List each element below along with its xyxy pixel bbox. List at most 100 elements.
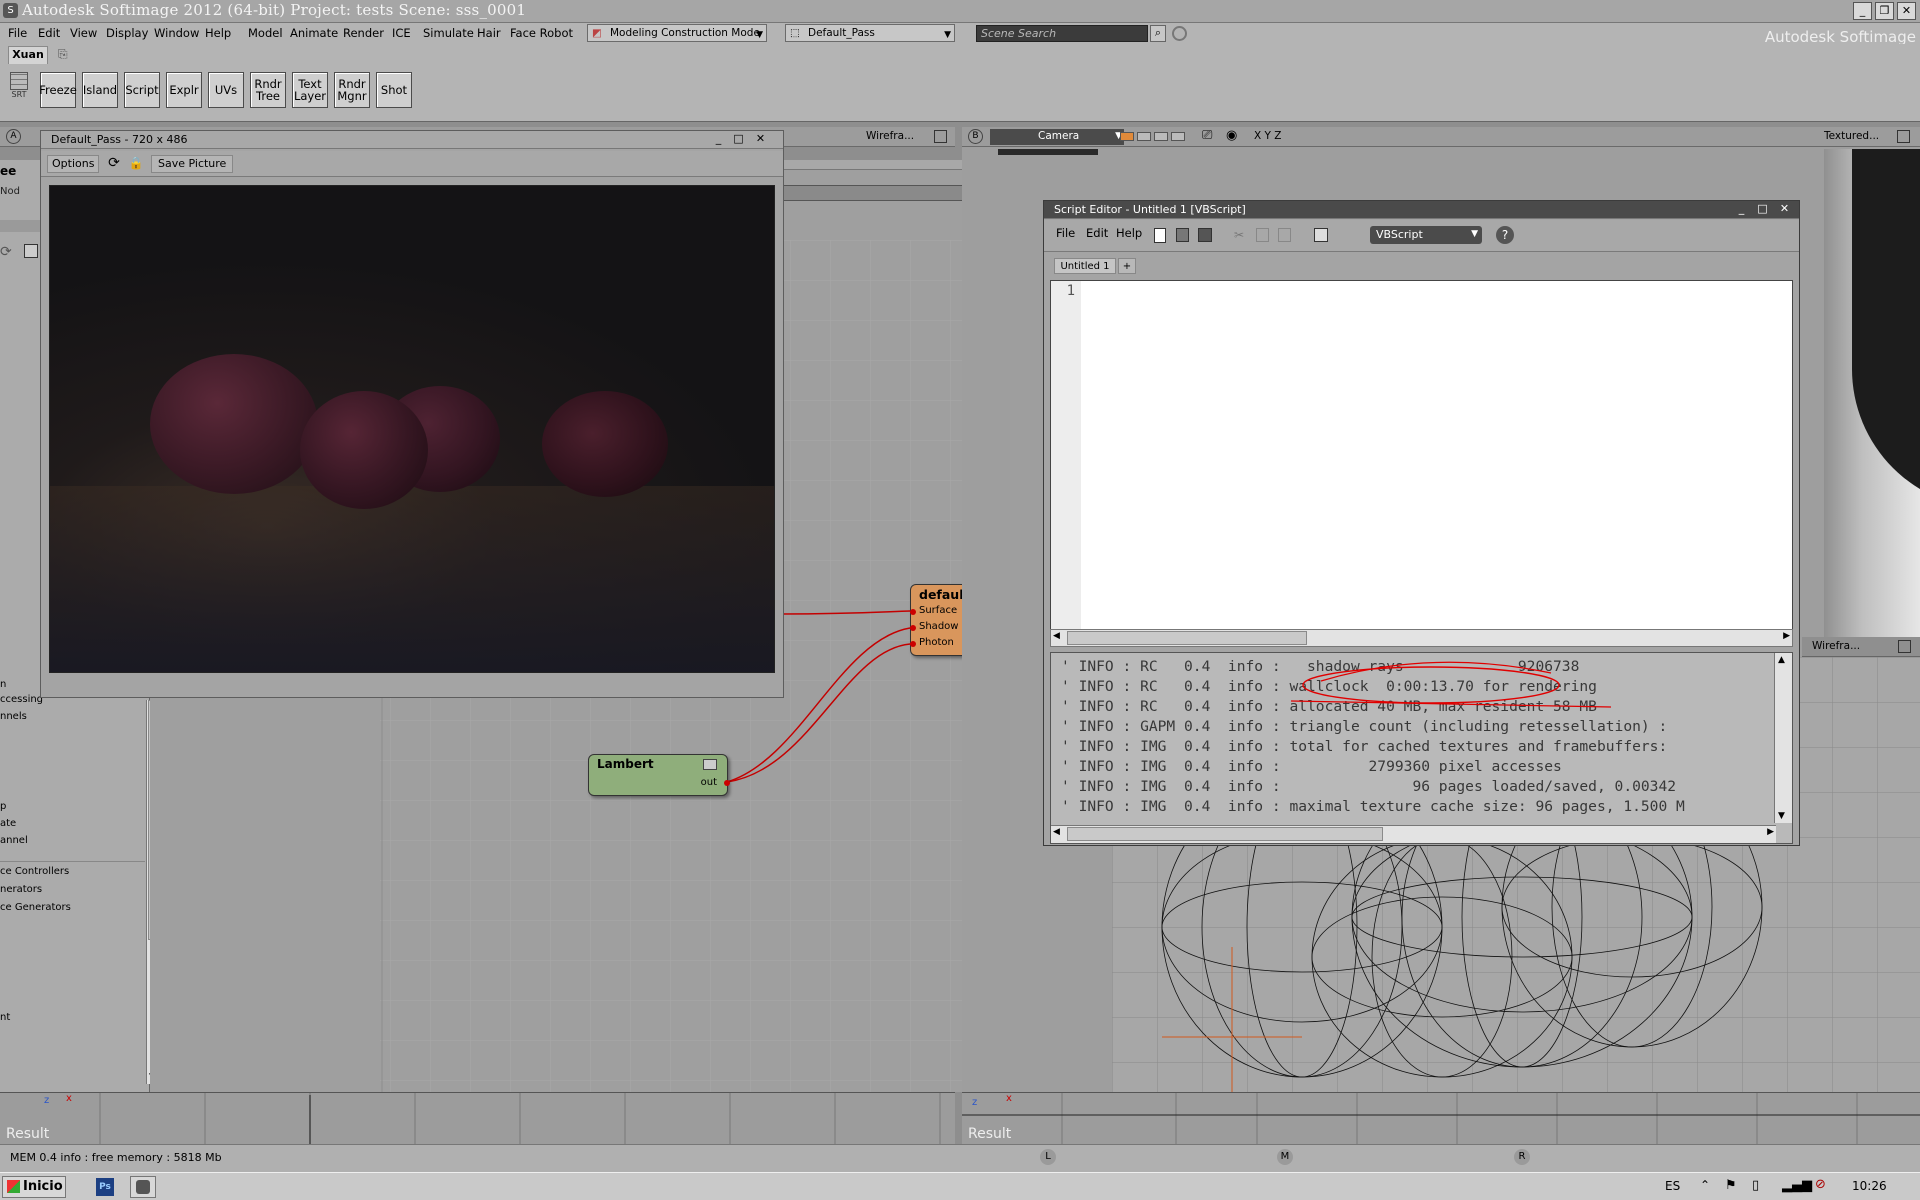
timeline-right[interactable]: z x Result	[962, 1092, 1920, 1145]
menu-view[interactable]: View	[70, 26, 97, 40]
construction-mode-select[interactable]: ◩ Modeling Construction Mode ▼	[587, 24, 767, 42]
maximize-icon[interactable]	[1898, 640, 1911, 653]
scroll-left-icon[interactable]: ◀	[1053, 827, 1060, 837]
maximize-icon[interactable]	[934, 130, 947, 143]
script-button[interactable]: Script	[124, 72, 160, 108]
menu-window[interactable]: Window	[154, 26, 199, 40]
language-select[interactable]: VBScript ▼	[1370, 226, 1482, 244]
tray-expand-icon[interactable]: ⌃	[1700, 1178, 1710, 1192]
scroll-right-icon[interactable]: ▶	[1767, 827, 1774, 837]
scroll-right-icon[interactable]: ▶	[1783, 631, 1790, 641]
explorer-item[interactable]: ate	[0, 818, 16, 829]
editor-horizontal-scrollbar[interactable]: ◀ ▶	[1050, 629, 1793, 647]
refresh-icon[interactable]: ⟳	[105, 155, 123, 173]
paste-icon[interactable]	[1278, 228, 1291, 242]
explorer-item[interactable]: nnels	[0, 711, 27, 722]
render-window-titlebar[interactable]: Default_Pass - 720 x 486 _ □ ✕	[41, 131, 783, 149]
clear-search-icon[interactable]	[1172, 26, 1187, 41]
minimize-icon[interactable]: _	[1734, 201, 1749, 216]
viewport-b-display-mode[interactable]: Textured...	[1824, 130, 1879, 142]
viewport-a-display-mode[interactable]: Wirefra...	[866, 130, 914, 142]
port-shadow[interactable]	[910, 625, 916, 631]
menu-hair[interactable]: Hair	[477, 26, 501, 40]
timeline-left[interactable]: z x Result	[0, 1092, 955, 1145]
menu-ice[interactable]: ICE	[392, 26, 411, 40]
start-button[interactable]: Inicio	[2, 1176, 66, 1198]
search-icon[interactable]: ⌕	[1150, 25, 1166, 42]
menu-model[interactable]: Model	[248, 26, 283, 40]
add-tab-icon[interactable]: +	[1118, 258, 1136, 274]
settings-icon[interactable]	[24, 244, 38, 258]
menu-face-robot[interactable]: Face Robot	[510, 26, 573, 40]
close-icon[interactable]: ✕	[1897, 2, 1916, 20]
tray-flag-icon[interactable]: ⚑	[1725, 1178, 1737, 1193]
save-icon[interactable]	[1176, 228, 1189, 242]
run-script-icon[interactable]	[1314, 228, 1328, 242]
script-edit-area[interactable]: 1	[1050, 280, 1793, 630]
script-log-area[interactable]: ' INFO : RC 0.4 info : shadow rays 92067…	[1050, 652, 1793, 844]
explorer-item[interactable]: n	[0, 679, 6, 690]
network-icon[interactable]: ▂▄▆	[1782, 1178, 1812, 1193]
explorer-item[interactable]: ccessing	[0, 694, 43, 705]
maximize-icon[interactable]: □	[1755, 201, 1770, 216]
restore-icon[interactable]: ❐	[1875, 2, 1894, 20]
scroll-down-icon[interactable]: ▼	[1778, 811, 1785, 821]
tray-device-icon[interactable]: ▯	[1752, 1178, 1759, 1193]
menu-simulate[interactable]: Simulate	[423, 26, 474, 40]
minimize-icon[interactable]: _	[1853, 2, 1872, 20]
script-tab-untitled-1[interactable]: Untitled 1	[1054, 258, 1116, 274]
explorer-item[interactable]: ce Generators	[0, 902, 71, 913]
script-menu-edit[interactable]: Edit	[1086, 226, 1108, 240]
shot-button[interactable]: Shot	[376, 72, 412, 108]
softimage-taskbar-button[interactable]	[130, 1176, 156, 1198]
minimize-icon[interactable]: _	[711, 131, 726, 146]
island-button[interactable]: Island	[82, 72, 118, 108]
volume-muted-icon[interactable]: ⊘	[1815, 1177, 1826, 1192]
close-icon[interactable]: ✕	[753, 131, 768, 146]
copy-icon[interactable]	[1256, 228, 1269, 242]
refresh-icon[interactable]: ⟳	[0, 244, 12, 260]
render-tree-button[interactable]: Rndr Tree	[250, 72, 286, 108]
maximize-icon[interactable]: □	[731, 131, 746, 146]
menu-display[interactable]: Display	[106, 26, 148, 40]
render-manager-button[interactable]: Rndr Mgnr	[334, 72, 370, 108]
menu-render[interactable]: Render	[343, 26, 384, 40]
explorer-item[interactable]: p	[0, 801, 6, 812]
node-lambert[interactable]: Lambert out	[588, 754, 730, 796]
explorer-tab-nodes[interactable]: Nod	[0, 186, 20, 197]
uvs-button[interactable]: UVs	[208, 72, 244, 108]
eye-icon[interactable]: ◉	[1226, 128, 1237, 143]
lock-icon[interactable]: 🔒	[127, 155, 145, 173]
script-menu-file[interactable]: File	[1056, 226, 1075, 240]
viewport-d-display-mode[interactable]: Wirefra...	[1812, 640, 1860, 652]
port-surface[interactable]	[910, 609, 916, 615]
close-icon[interactable]: ✕	[1777, 201, 1792, 216]
explorer-item[interactable]: nt	[0, 1012, 10, 1023]
cut-icon[interactable]: ✂	[1234, 228, 1247, 242]
explorer-item[interactable]: ce Controllers	[0, 866, 69, 877]
viewport-b-letter[interactable]: B	[968, 129, 983, 144]
options-button[interactable]: Options	[47, 155, 100, 173]
port-out[interactable]	[724, 780, 730, 786]
visibility-toggle-icon[interactable]	[1120, 132, 1134, 141]
scroll-left-icon[interactable]: ◀	[1053, 631, 1060, 641]
save-all-icon[interactable]	[1198, 228, 1212, 242]
script-menu-help[interactable]: Help	[1116, 226, 1142, 240]
explorer-item[interactable]: nerators	[0, 884, 42, 895]
pass-select[interactable]: ⬚ Default_Pass ▼	[785, 24, 955, 42]
menu-help[interactable]: Help	[205, 26, 231, 40]
camera-select[interactable]: Camera ▼	[990, 129, 1124, 145]
collapse-icon[interactable]	[703, 759, 717, 770]
maximize-icon[interactable]	[1897, 130, 1910, 143]
script-editor-titlebar[interactable]: Script Editor - Untitled 1 [VBScript] _ …	[1044, 201, 1799, 219]
new-file-icon[interactable]	[1154, 228, 1166, 243]
visibility-toggle-icon[interactable]	[1137, 132, 1151, 141]
camera-icon[interactable]: ⎚	[1202, 128, 1212, 143]
language-indicator[interactable]: ES	[1665, 1179, 1680, 1193]
visibility-toggle-icon[interactable]	[1154, 132, 1168, 141]
photoshop-icon[interactable]: Ps	[96, 1178, 114, 1196]
explorer-button[interactable]: Explr	[166, 72, 202, 108]
scroll-up-icon[interactable]: ▲	[1778, 655, 1785, 665]
freeze-button[interactable]: Freeze	[39, 72, 77, 108]
save-picture-button[interactable]: Save Picture	[151, 155, 234, 173]
